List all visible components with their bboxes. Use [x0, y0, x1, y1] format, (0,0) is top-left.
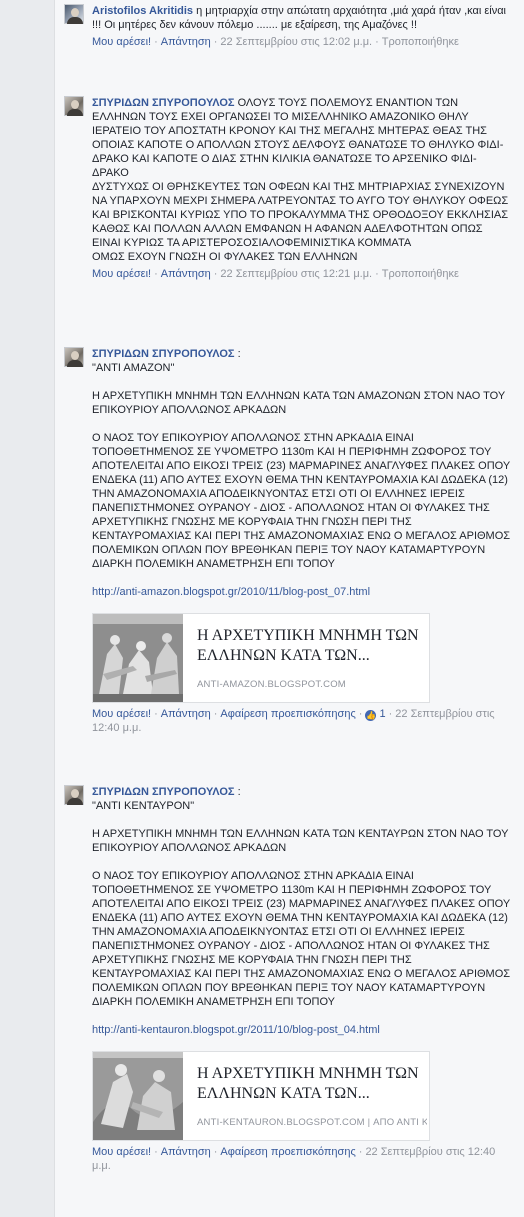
- preview-domain: ANTI-KENTAURON.BLOGSPOT.COM | ΑΠΟ ΑΝΤΙ Κ…: [197, 1117, 427, 1128]
- separator: ·: [154, 1146, 158, 1158]
- avatar-face: [71, 100, 79, 109]
- comment-heading: Η ΑΡΧΕΤΥΠΙΚΗ ΜΝΗΜΗ ΤΩΝ ΕΛΛΗΝΩΝ ΚΑΤΑ ΤΩΝ …: [92, 390, 505, 416]
- separator: ·: [154, 708, 158, 720]
- comment-quote: "ΑΝΤΙ ΑΜΑΖΟΝ": [92, 362, 175, 374]
- author-suffix: :: [234, 348, 241, 360]
- comment-actions: Μου αρέσει! · Απάντηση · Αφαίρεση προεπισκόπ…: [92, 1145, 512, 1173]
- like-link[interactable]: Μου αρέσει!: [92, 708, 151, 720]
- preview-title[interactable]: Η ΑΡΧΕΤΥΠΙΚΗ ΜΝΗΜΗ ΤΩΝ ΕΛΛΗΝΩΝ ΚΑΤΑ ΤΩΝ.…: [197, 1064, 427, 1104]
- comment-text: ΔΥΣΤΥΧΩΣ ΟΙ ΘΡΗΣΚΕΥΤΕΣ ΤΩΝ ΟΦΕΩΝ ΚΑΙ ΤΗΣ…: [92, 181, 509, 249]
- like-link[interactable]: Μου αρέσει!: [92, 268, 151, 280]
- comment-author[interactable]: Aristofilos Akritidis: [92, 5, 193, 17]
- separator: ·: [388, 708, 393, 720]
- comment-paragraph: Ο ΝΑΟΣ ΤΟΥ ΕΠΙΚΟΥΡΙΟΥ ΑΠΟΛΛΩΝΟΣ ΣΤΗΝ ΑΡΚ…: [92, 432, 511, 570]
- separator: ·: [358, 708, 363, 720]
- separator: ·: [213, 708, 218, 720]
- comment-url[interactable]: http://anti-kentauron.blogspot.gr/2011/1…: [92, 1023, 512, 1037]
- reply-link[interactable]: Απάντηση: [161, 268, 211, 280]
- separator: ·: [375, 36, 379, 48]
- separator: ·: [375, 268, 379, 280]
- author-suffix: :: [234, 786, 241, 798]
- avatar-shoulders: [67, 798, 83, 805]
- comment-actions: Μου αρέσει! · Απάντηση · Αφαίρεση προεπισκόπ…: [92, 707, 512, 735]
- comment-quote: "ΑΝΤΙ ΚΕΝΤΑΥΡΟΝ": [92, 800, 195, 812]
- reply-link[interactable]: Απάντηση: [161, 36, 211, 48]
- comment-actions: Μου αρέσει! · Απάντηση · 22 Σεπτεμβρίου στις…: [92, 267, 512, 281]
- avatar-face: [71, 789, 79, 798]
- comment-timestamp[interactable]: 22 Σεπτεμβρίου στις 12:21 μ.μ.: [220, 268, 372, 280]
- remove-preview-link[interactable]: Αφαίρεση προεπισκόπησης: [220, 708, 355, 720]
- comment-body: ΣΠΥΡΙΔΩΝ ΣΠΥΡΟΠΟΥΛΟΣ : "ΑΝΤΙ ΑΜΑΖΟΝ" Η Α…: [92, 347, 512, 735]
- separator: ·: [154, 268, 158, 280]
- remove-preview-link[interactable]: Αφαίρεση προεπισκόπησης: [220, 1146, 355, 1158]
- separator: ·: [213, 1146, 218, 1158]
- thumbs-up-icon[interactable]: 👍: [365, 710, 377, 721]
- comment-author[interactable]: ΣΠΥΡΙΔΩΝ ΣΠΥΡΟΠΟΥΛΟΣ: [92, 786, 235, 798]
- comment-body: Aristofilos Akritidis η μητριαρχία στην …: [92, 4, 512, 49]
- frieze-image-icon: [93, 1052, 183, 1140]
- like-count[interactable]: 1: [380, 708, 386, 720]
- comment-text: ΟΛΟΥΣ ΤΟΥΣ ΠΟΛΕΜΟΥΣ ΕΝΑΝΤΙΟΝ ΤΩΝ ΕΛΛΗΝΩΝ…: [92, 97, 504, 179]
- edited-label[interactable]: Τροποποιήθηκε: [382, 36, 459, 48]
- avatar-shoulders: [67, 360, 83, 367]
- edited-label[interactable]: Τροποποιήθηκε: [382, 268, 459, 280]
- frieze-image-icon: [93, 614, 183, 702]
- separator: ·: [358, 1146, 363, 1158]
- comment-body: ΣΠΥΡΙΔΩΝ ΣΠΥΡΟΠΟΥΛΟΣ ΟΛΟΥΣ ΤΟΥΣ ΠΟΛΕΜΟΥΣ…: [92, 96, 512, 281]
- reply-link[interactable]: Απάντηση: [161, 1146, 211, 1158]
- avatar-face: [71, 8, 79, 17]
- avatar[interactable]: [64, 96, 84, 116]
- preview-thumbnail: [93, 1052, 183, 1140]
- like-link[interactable]: Μου αρέσει!: [92, 1146, 151, 1158]
- comment-actions: Μου αρέσει! · Απάντηση · 22 Σεπτεμβρίου στις…: [92, 35, 512, 49]
- avatar-shoulders: [67, 17, 83, 24]
- comment-paragraph: Ο ΝΑΟΣ ΤΟΥ ΕΠΙΚΟΥΡΙΟΥ ΑΠΟΛΛΩΝΟΣ ΣΤΗΝ ΑΡΚ…: [92, 870, 511, 1008]
- comment-body: ΣΠΥΡΙΔΩΝ ΣΠΥΡΟΠΟΥΛΟΣ : "ΑΝΤΙ ΚΕΝΤΑΥΡΟΝ" …: [92, 785, 512, 1173]
- avatar[interactable]: [64, 4, 84, 24]
- comment-url[interactable]: http://anti-amazon.blogspot.gr/2010/11/b…: [92, 585, 512, 599]
- like-link[interactable]: Μου αρέσει!: [92, 36, 151, 48]
- preview-title[interactable]: Η ΑΡΧΕΤΥΠΙΚΗ ΜΝΗΜΗ ΤΩΝ ΕΛΛΗΝΩΝ ΚΑΤΑ ΤΩΝ.…: [197, 626, 427, 666]
- link-preview-card[interactable]: Η ΑΡΧΕΤΥΠΙΚΗ ΜΝΗΜΗ ΤΩΝ ΕΛΛΗΝΩΝ ΚΑΤΑ ΤΩΝ.…: [92, 1051, 430, 1141]
- separator: ·: [213, 36, 218, 48]
- comment-heading: Η ΑΡΧΕΤΥΠΙΚΗ ΜΝΗΜΗ ΤΩΝ ΕΛΛΗΝΩΝ ΚΑΤΑ ΤΩΝ …: [92, 828, 509, 854]
- comment-timestamp[interactable]: 22 Σεπτεμβρίου στις 12:02 μ.μ.: [220, 36, 372, 48]
- comment-text: ΟΜΩΣ ΕΧΟΥΝ ΓΝΩΣΗ ΟΙ ΦΥΛΑΚΕΣ ΤΩΝ ΕΛΛΗΝΩΝ: [92, 251, 358, 263]
- reply-link[interactable]: Απάντηση: [161, 708, 211, 720]
- avatar-shoulders: [67, 109, 83, 116]
- preview-domain: ANTI-AMAZON.BLOGSPOT.COM: [197, 679, 346, 690]
- comment-author[interactable]: ΣΠΥΡΙΔΩΝ ΣΠΥΡΟΠΟΥΛΟΣ: [92, 348, 235, 360]
- avatar[interactable]: [64, 785, 84, 805]
- separator: ·: [213, 268, 218, 280]
- avatar[interactable]: [64, 347, 84, 367]
- link-preview-card[interactable]: Η ΑΡΧΕΤΥΠΙΚΗ ΜΝΗΜΗ ΤΩΝ ΕΛΛΗΝΩΝ ΚΑΤΑ ΤΩΝ.…: [92, 613, 430, 703]
- separator: ·: [154, 36, 158, 48]
- comment-author[interactable]: ΣΠΥΡΙΔΩΝ ΣΠΥΡΟΠΟΥΛΟΣ: [92, 97, 235, 109]
- avatar-face: [71, 351, 79, 360]
- preview-thumbnail: [93, 614, 183, 702]
